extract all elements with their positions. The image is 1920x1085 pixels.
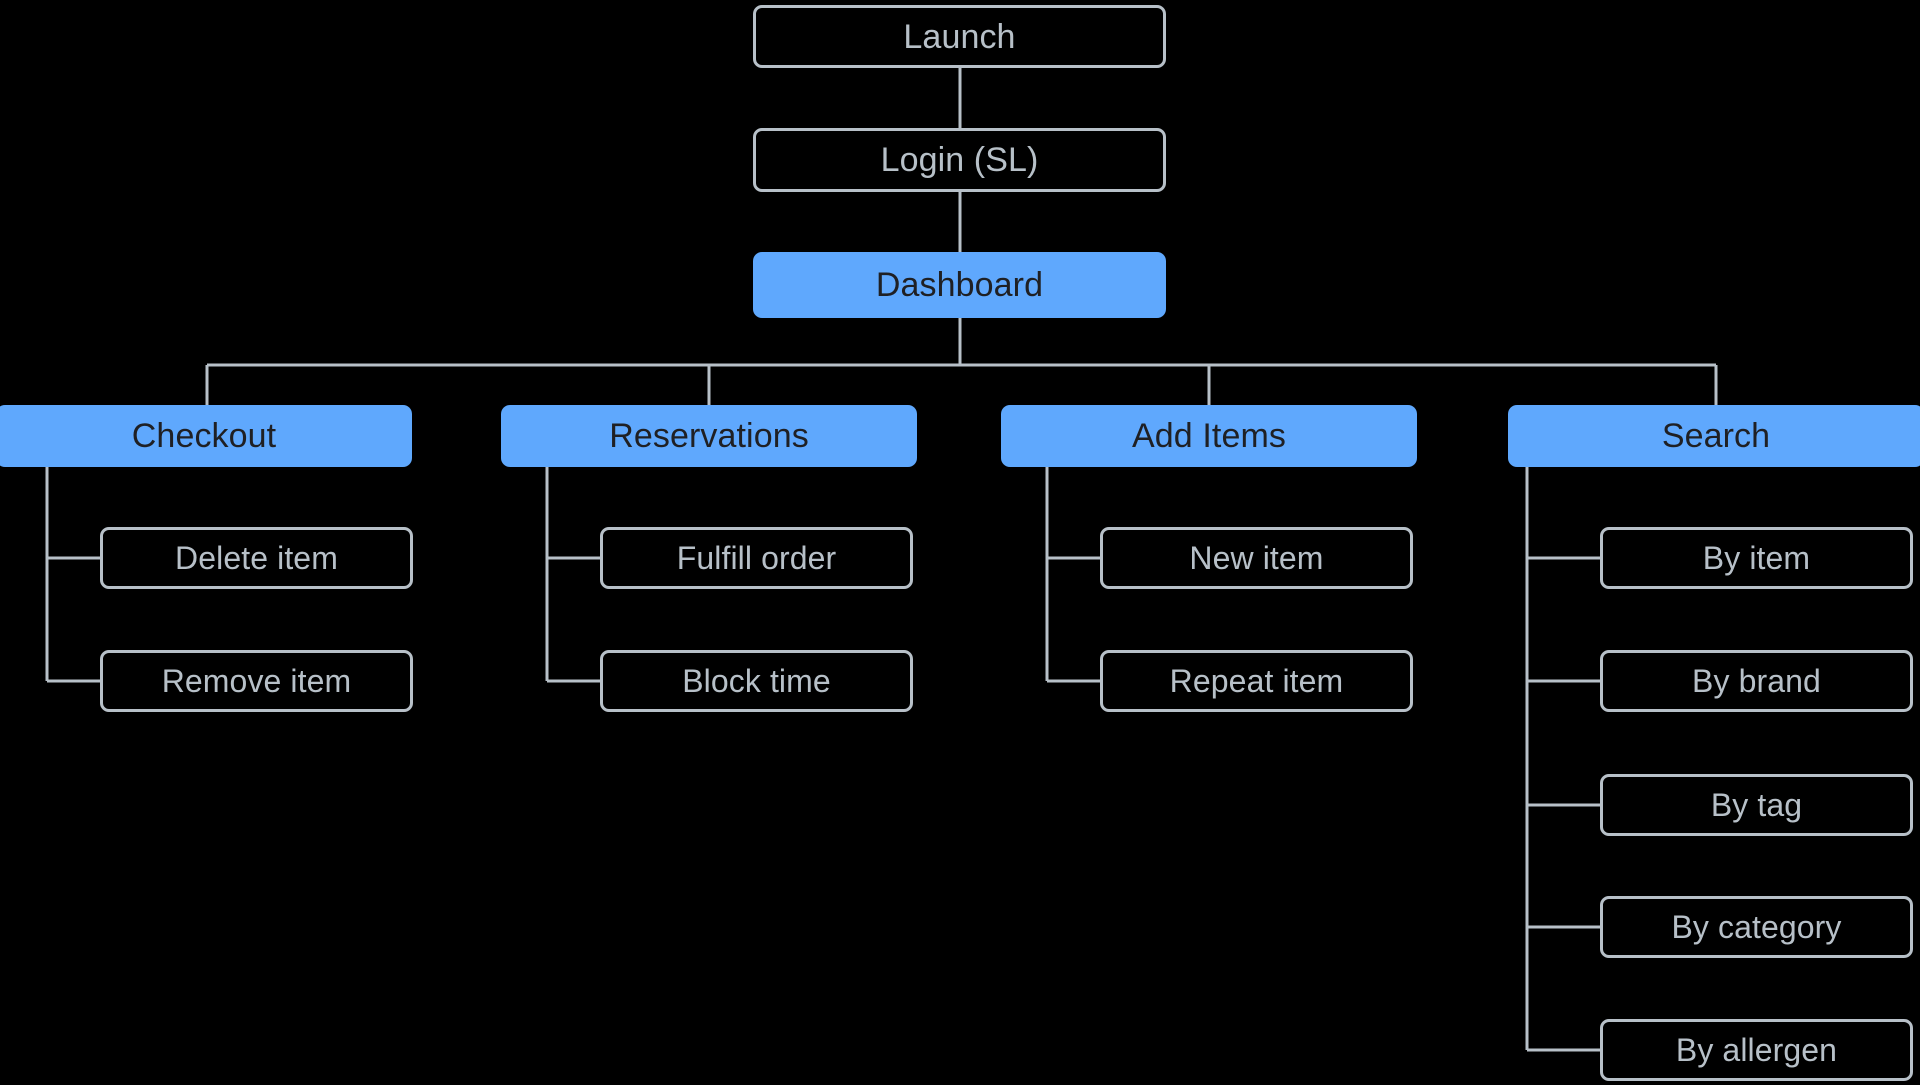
- node-by-tag-label: By tag: [1710, 787, 1803, 823]
- node-by-brand-label: By brand: [1692, 663, 1821, 699]
- node-by-item-label: By item: [1702, 540, 1811, 576]
- node-block-time[interactable]: Block time: [600, 650, 913, 712]
- node-repeat-item[interactable]: Repeat item: [1100, 650, 1413, 712]
- node-remove-item[interactable]: Remove item: [100, 650, 413, 712]
- node-by-tag[interactable]: By tag: [1600, 774, 1913, 836]
- node-checkout-label: Checkout: [131, 417, 277, 455]
- node-delete-item-label: Delete item: [175, 540, 338, 576]
- node-by-brand[interactable]: By brand: [1600, 650, 1913, 712]
- node-fulfill-order[interactable]: Fulfill order: [600, 527, 913, 589]
- node-delete-item[interactable]: Delete item: [100, 527, 413, 589]
- node-reservations-label: Reservations: [609, 417, 809, 455]
- node-reservations[interactable]: Reservations: [501, 405, 917, 467]
- node-login-label: Login (SL): [880, 141, 1039, 179]
- node-by-item[interactable]: By item: [1600, 527, 1913, 589]
- node-remove-item-label: Remove item: [161, 663, 352, 699]
- node-by-category-label: By category: [1671, 909, 1842, 945]
- sitemap-diagram: Launch Login (SL) Dashboard Checkout Res…: [0, 0, 1920, 1085]
- node-launch[interactable]: Launch: [753, 5, 1166, 68]
- node-search[interactable]: Search: [1508, 405, 1920, 467]
- node-login[interactable]: Login (SL): [753, 128, 1166, 192]
- node-search-label: Search: [1661, 417, 1771, 455]
- node-by-allergen-label: By allergen: [1675, 1032, 1838, 1068]
- node-add-items-label: Add Items: [1132, 417, 1286, 455]
- node-fulfill-order-label: Fulfill order: [676, 540, 837, 576]
- node-repeat-item-label: Repeat item: [1169, 663, 1344, 699]
- node-block-time-label: Block time: [682, 663, 831, 699]
- node-add-items[interactable]: Add Items: [1001, 405, 1417, 467]
- node-new-item-label: New item: [1189, 540, 1324, 576]
- node-by-category[interactable]: By category: [1600, 896, 1913, 958]
- node-dashboard[interactable]: Dashboard: [753, 252, 1166, 318]
- node-by-allergen[interactable]: By allergen: [1600, 1019, 1913, 1081]
- node-launch-label: Launch: [903, 17, 1016, 56]
- node-checkout[interactable]: Checkout: [0, 405, 412, 467]
- node-new-item[interactable]: New item: [1100, 527, 1413, 589]
- node-dashboard-label: Dashboard: [875, 266, 1044, 304]
